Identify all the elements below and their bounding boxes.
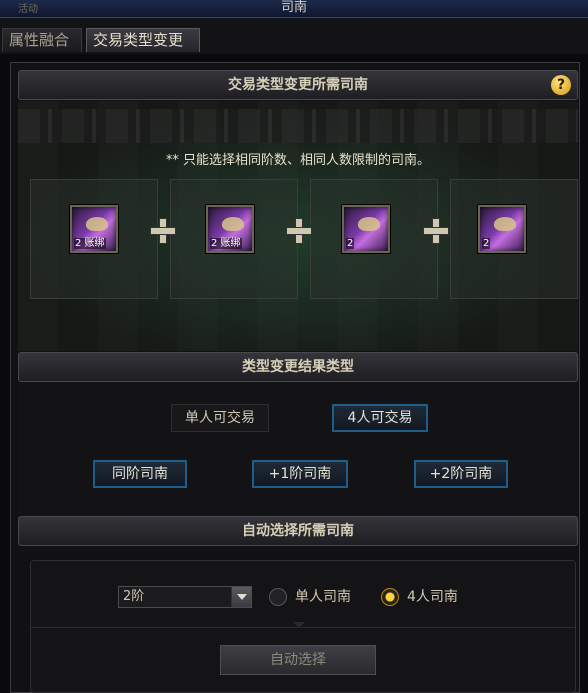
- trade-single-button[interactable]: 单人可交易: [171, 404, 269, 432]
- tab-bar: 属性融合 交易类型变更: [0, 18, 588, 54]
- compass-icon: [494, 217, 516, 231]
- recipe-area: ** 只能选择相同阶数、相同人数限制的司南。 2 账绑 2 账绑 2 2: [18, 101, 578, 351]
- auto-select-button[interactable]: 自动选择: [220, 645, 376, 675]
- plus-one-tier-button[interactable]: +1阶司南: [252, 460, 348, 488]
- compass-icon: [222, 217, 244, 231]
- recipe-note: ** 只能选择相同阶数、相同人数限制的司南。: [165, 153, 431, 168]
- auto-select-header: 自动选择所需司南: [18, 516, 578, 546]
- compass-item-slot[interactable]: 2 账绑: [70, 205, 118, 253]
- divider: [31, 622, 575, 628]
- auto-select-area: 2阶 单人司南 4人司南 自动选择: [30, 560, 576, 693]
- radio-circle-icon: [269, 588, 287, 606]
- help-icon[interactable]: ?: [551, 75, 571, 95]
- compass-item-slot[interactable]: 2 账绑: [206, 205, 254, 253]
- recipe-header: 交易类型变更所需司南 ?: [18, 70, 578, 100]
- plus-icon: [150, 218, 176, 244]
- compass-item-slot[interactable]: 2: [342, 205, 390, 253]
- decorative-band: [18, 109, 578, 143]
- item-badge: 2 账绑: [210, 238, 242, 249]
- window-title: 司南: [280, 0, 307, 15]
- plus-two-tier-button[interactable]: +2阶司南: [414, 460, 508, 488]
- same-tier-button[interactable]: 同阶司南: [93, 460, 187, 488]
- recipe-header-label: 交易类型变更所需司南: [228, 77, 368, 93]
- compass-icon: [86, 217, 108, 231]
- item-badge: 2: [346, 238, 355, 249]
- radio-four-label: 4人司南: [407, 589, 458, 605]
- result-type-header: 类型变更结果类型: [18, 352, 578, 382]
- compass-icon: [358, 217, 380, 231]
- radio-circle-icon: [381, 588, 399, 606]
- tab-trade-type-change[interactable]: 交易类型变更: [86, 28, 200, 52]
- title-bar: 活动 司南: [0, 0, 588, 18]
- result-type-area: 单人可交易 4人可交易 同阶司南 +1阶司南 +2阶司南: [18, 382, 578, 516]
- compass-item-slot[interactable]: 2: [478, 205, 526, 253]
- radio-four-compass[interactable]: 4人司南: [381, 588, 481, 608]
- radio-single-label: 单人司南: [295, 589, 351, 605]
- tier-dropdown[interactable]: 2阶: [118, 586, 252, 608]
- tab-attribute-fusion[interactable]: 属性融合: [2, 28, 82, 52]
- plus-icon: [423, 218, 449, 244]
- plus-icon: [286, 218, 312, 244]
- radio-single-compass[interactable]: 单人司南: [269, 588, 369, 608]
- item-badge: 2 账绑: [74, 238, 106, 249]
- trade-four-button[interactable]: 4人可交易: [332, 404, 428, 432]
- tier-dropdown-value: 2阶: [123, 589, 145, 604]
- chevron-down-icon[interactable]: [231, 587, 251, 607]
- item-badge: 2: [482, 238, 491, 249]
